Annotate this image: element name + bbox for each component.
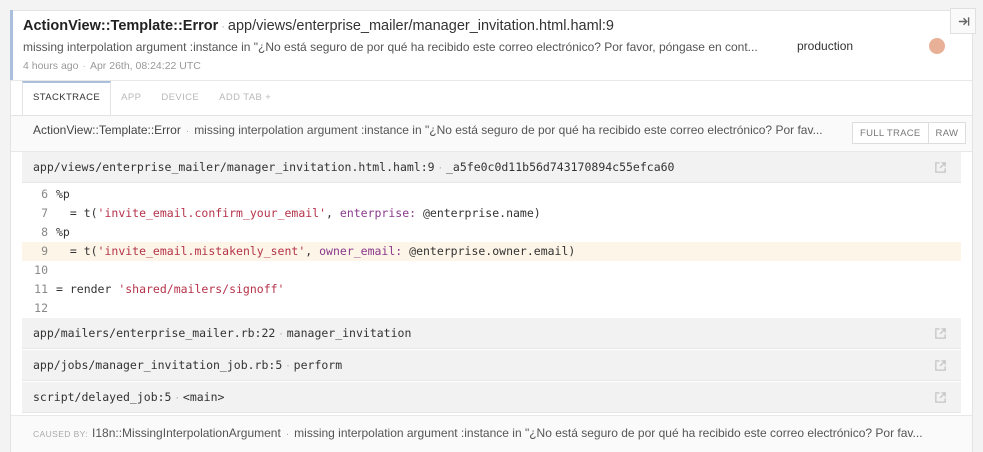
code-text: = t(	[56, 206, 98, 220]
frame-location: app/mailers/enterprise_mailer.rb:22 · mana…	[33, 326, 411, 340]
assignee-avatar[interactable]	[929, 38, 945, 54]
frame-method: manager_invitation	[286, 326, 412, 340]
error-time: 4 hours ago · Apr 26th, 08:24:22 UTC	[23, 60, 201, 72]
collapse-button[interactable]	[950, 8, 976, 34]
line-number: 6	[41, 187, 48, 201]
stack-frame[interactable]: app/views/enterprise_mailer/manager_invi…	[22, 152, 961, 183]
line-number: 8	[41, 225, 48, 239]
time-ago: 4 hours ago	[23, 60, 79, 72]
caused-by-label: CAUSED BY:	[33, 429, 89, 439]
frame-method: _a5fe0c0d11b56d743170894c55efca60	[446, 160, 675, 174]
external-link-icon[interactable]	[934, 161, 947, 174]
tab-device[interactable]: DEVICE	[151, 81, 209, 115]
line-number: 10	[34, 263, 48, 277]
code-snippet: 6 %p 7 = t('invite_email.confirm_your_emai…	[22, 184, 961, 319]
exception-summary: ActionView::Template::Error · missing inte…	[33, 123, 833, 137]
separator-dot: ·	[285, 429, 290, 440]
frame-method: <main>	[182, 390, 225, 404]
frame-file: app/views/enterprise_mailer/manager_invi…	[33, 160, 435, 174]
code-line: 11 = render 'shared/mailers/signoff'	[22, 280, 961, 299]
stack-frame[interactable]: script/delayed_job:5 · <main>	[22, 382, 961, 413]
code-text: = render	[56, 282, 119, 296]
frame-method: perform	[293, 358, 343, 372]
stack-frame[interactable]: app/mailers/enterprise_mailer.rb:22 · mana…	[22, 318, 961, 349]
separator-dot: ·	[221, 21, 225, 33]
caused-by-row[interactable]: CAUSED BY: I18n::MissingInterpolationArgu…	[11, 415, 972, 452]
code-line: 8 %p	[22, 223, 961, 242]
error-class[interactable]: ActionView::Template::Error	[23, 18, 218, 34]
separator-dot: ·	[185, 126, 190, 137]
line-number: 11	[34, 282, 48, 296]
code-line: 12	[22, 299, 961, 318]
code-text: ,	[305, 244, 320, 258]
separator-dot: ·	[437, 164, 443, 174]
tab-bar: STACKTRACE APP DEVICE ADD TAB +	[22, 81, 281, 115]
code-symbol: owner_email:	[319, 244, 403, 258]
line-number: 7	[41, 206, 48, 220]
full-trace-button[interactable]: FULL TRACE	[852, 122, 929, 144]
arrow-right-bar-icon	[958, 16, 969, 26]
error-message: missing interpolation argument :instance…	[23, 40, 758, 54]
code-text: @enterprise.name)	[416, 206, 541, 220]
line-number: 12	[34, 301, 48, 315]
trace-view-toggle: FULL TRACE RAW	[852, 122, 967, 144]
tab-app[interactable]: APP	[111, 81, 151, 115]
selection-accent-bar	[10, 10, 13, 80]
tab-stacktrace[interactable]: STACKTRACE	[22, 81, 112, 115]
timestamp: Apr 26th, 08:24:22 UTC	[89, 60, 201, 72]
code-line: 7 = t('invite_email.confirm_your_email',…	[22, 204, 961, 223]
frame-file: app/mailers/enterprise_mailer.rb:22	[33, 326, 276, 340]
frame-location: app/views/enterprise_mailer/manager_invi…	[33, 160, 674, 174]
caused-by-message: missing interpolation argument :instance…	[294, 426, 923, 440]
code-string: 'invite_email.mistakenly_sent'	[97, 244, 306, 258]
code-text: %p	[56, 225, 70, 239]
caused-by-summary: CAUSED BY: I18n::MissingInterpolationArgu…	[33, 426, 953, 440]
code-text: %p	[56, 187, 70, 201]
external-link-icon[interactable]	[934, 327, 947, 340]
separator-dot: ·	[82, 60, 86, 72]
add-tab-button[interactable]: ADD TAB +	[209, 81, 281, 115]
code-symbol: enterprise:	[339, 206, 417, 220]
stack-frame[interactable]: app/jobs/manager_invitation_job.rb:5 · per…	[22, 350, 961, 381]
exception-message: missing interpolation argument :instance…	[194, 123, 823, 137]
separator-dot: ·	[174, 394, 180, 404]
code-string: 'invite_email.confirm_your_email'	[97, 206, 327, 220]
raw-button[interactable]: RAW	[928, 122, 967, 144]
code-text: = t(	[56, 244, 98, 258]
separator-dot: ·	[285, 362, 291, 372]
caused-by-class: I18n::MissingInterpolationArgument	[92, 426, 281, 440]
external-link-icon[interactable]	[934, 359, 947, 372]
code-string: 'shared/mailers/signoff'	[118, 282, 285, 296]
error-header: ActionView::Template::Error · app/views/en…	[23, 18, 614, 34]
environment-label: production	[797, 39, 854, 53]
separator-dot: ·	[278, 330, 284, 340]
exception-row: ActionView::Template::Error · missing inte…	[11, 116, 972, 152]
exception-class: ActionView::Template::Error	[33, 123, 181, 137]
code-text: ,	[326, 206, 340, 220]
frame-location: script/delayed_job:5 · <main>	[33, 390, 224, 404]
code-line: 9 = t('invite_email.mistakenly_sent', ow…	[22, 242, 961, 261]
frame-file: script/delayed_job:5	[33, 390, 172, 404]
frame-location: app/jobs/manager_invitation_job.rb:5 · per…	[33, 358, 342, 372]
error-file[interactable]: app/views/enterprise_mailer/manager_invi…	[228, 18, 614, 34]
code-line: 6 %p	[22, 185, 961, 204]
frame-file: app/jobs/manager_invitation_job.rb:5	[33, 358, 283, 372]
code-line: 10	[22, 261, 961, 280]
external-link-icon[interactable]	[934, 391, 947, 404]
line-number: 9	[41, 244, 48, 258]
code-text: @enterprise.owner.email)	[402, 244, 576, 258]
